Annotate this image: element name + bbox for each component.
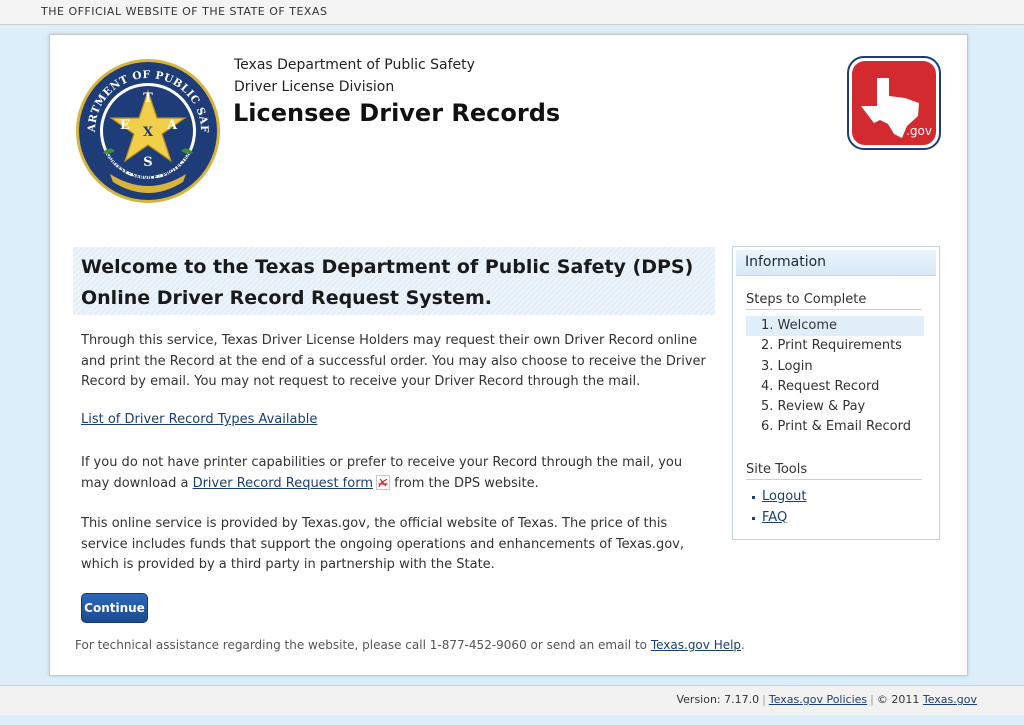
version-text: Version: 7.17.0 (676, 693, 760, 706)
step-review-pay: 5. Review & Pay (761, 399, 866, 415)
mail-paragraph: If you do not have printer capabilities … (81, 455, 683, 491)
bullet-icon (752, 516, 755, 520)
division-name: Driver License Division (234, 79, 395, 95)
gov-label: .gov (906, 124, 932, 138)
svg-text:X: X (143, 125, 154, 140)
continue-button[interactable]: Continue (81, 593, 148, 623)
intro-paragraph: Through this service, Texas Driver Licen… (81, 333, 706, 389)
dps-seal-icon: DEPARTMENT OF PUBLIC SAFETY T E X A S CO… (75, 58, 220, 203)
logout-link[interactable]: Logout (762, 489, 807, 504)
step-welcome: 1. Welcome (746, 316, 924, 337)
svg-text:E: E (120, 118, 130, 133)
page-title: Licensee Driver Records (233, 99, 561, 127)
main-card: DEPARTMENT OF PUBLIC SAFETY T E X A S CO… (49, 34, 968, 676)
step-login: 3. Login (761, 358, 813, 374)
svg-text:A: A (166, 118, 178, 133)
record-types-link[interactable]: List of Driver Record Types Available (81, 412, 317, 427)
faq-link[interactable]: FAQ (762, 510, 787, 525)
steps-list: 1. Welcome 2. Print Requirements 3. Logi… (746, 316, 924, 438)
service-paragraph: This online service is provided by Texas… (81, 516, 684, 572)
welcome-banner: Welcome to the Texas Department of Publi… (73, 247, 715, 315)
agency-name: Texas Department of Public Safety (234, 57, 475, 73)
texas-gov-link[interactable]: Texas.gov (923, 693, 977, 706)
pdf-icon (376, 474, 390, 490)
footer-text: Version: 7.17.0 | Texas.gov Policies | © 201… (676, 693, 977, 706)
welcome-title: Welcome to the Texas Department of Publi… (81, 256, 694, 309)
copyright-text: © 2011 (876, 693, 920, 706)
texas-gov-help-link[interactable]: Texas.gov Help (651, 638, 741, 652)
site-tools-heading: Site Tools (746, 462, 922, 480)
site-tools-list: Logout FAQ (746, 487, 807, 528)
policies-link[interactable]: Texas.gov Policies (769, 693, 867, 706)
footer-bar: Version: 7.17.0 | Texas.gov Policies | © 201… (0, 685, 1024, 715)
svg-text:S: S (143, 155, 152, 170)
information-header: Information (736, 250, 936, 276)
help-text: For technical assistance regarding the w… (75, 638, 745, 652)
logout-item: Logout (746, 487, 807, 508)
faq-item: FAQ (746, 508, 807, 529)
texas-gov-logo-icon[interactable]: .gov (847, 56, 941, 150)
bullet-icon (752, 496, 755, 499)
request-form-link[interactable]: Driver Record Request form (193, 476, 373, 491)
official-site-bar: THE OFFICIAL WEBSITE OF THE STATE OF TEX… (0, 0, 1024, 25)
official-site-text: THE OFFICIAL WEBSITE OF THE STATE OF TEX… (41, 5, 328, 18)
step-request-record: 4. Request Record (761, 378, 880, 394)
step-print-email: 6. Print & Email Record (761, 419, 911, 435)
information-panel: Information Steps to Complete 1. Welcome… (732, 246, 940, 540)
step-print-requirements: 2. Print Requirements (761, 338, 902, 354)
steps-heading: Steps to Complete (746, 292, 922, 310)
svg-text:T: T (143, 91, 153, 106)
